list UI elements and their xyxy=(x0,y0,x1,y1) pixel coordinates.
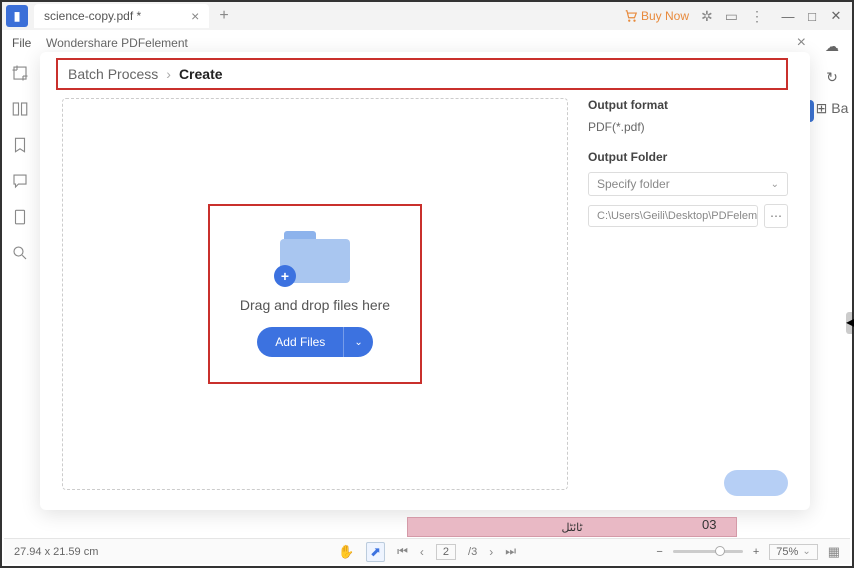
zoom-select[interactable]: 75% ⌄ xyxy=(769,544,817,560)
first-page-button[interactable]: ⏮ xyxy=(397,544,408,559)
folder-path-input[interactable]: C:\Users\Geili\Desktop\PDFelement\Cr xyxy=(588,205,758,227)
close-tab-icon[interactable]: × xyxy=(191,8,199,24)
next-page-button[interactable]: › xyxy=(489,545,493,559)
bookmark-icon[interactable] xyxy=(11,136,29,154)
file-menu[interactable]: File xyxy=(12,36,31,50)
hand-tool-icon[interactable]: ✋ xyxy=(338,544,354,560)
buy-now-label: Buy Now xyxy=(641,9,689,23)
folder-select-value: Specify folder xyxy=(597,177,670,191)
output-format-value: PDF(*.pdf) xyxy=(588,120,788,134)
chevron-down-icon: ⌄ xyxy=(771,179,779,190)
close-window-button[interactable]: ✕ xyxy=(824,4,848,28)
crop-icon[interactable] xyxy=(11,64,29,82)
breadcrumb-root[interactable]: Batch Process xyxy=(68,66,158,82)
attachment-icon[interactable] xyxy=(11,208,29,226)
chevron-down-icon: ⌄ xyxy=(802,546,810,557)
tab-title: science-copy.pdf * xyxy=(44,9,141,23)
minimize-button[interactable]: — xyxy=(776,4,800,28)
notification-icon[interactable]: ▭ xyxy=(725,8,738,25)
panel-expand-handle[interactable]: ◂ xyxy=(846,312,852,334)
folder-select[interactable]: Specify folder ⌄ xyxy=(588,172,788,196)
breadcrumb: Batch Process › Create xyxy=(56,58,788,90)
last-page-button[interactable]: ⏭ xyxy=(505,544,516,559)
zoom-in-button[interactable]: + xyxy=(753,546,759,558)
thumbnails-icon[interactable] xyxy=(11,100,29,118)
page-total: /3 xyxy=(468,546,477,558)
comment-icon[interactable] xyxy=(11,172,29,190)
more-icon[interactable]: ⋮ xyxy=(750,8,764,25)
zoom-slider[interactable] xyxy=(673,550,743,553)
modal-title: Wondershare PDFelement xyxy=(46,36,188,50)
buy-now-link[interactable]: Buy Now xyxy=(624,9,689,23)
output-format-label: Output format xyxy=(588,98,788,112)
add-files-button[interactable]: Add Files xyxy=(257,327,343,357)
search-icon[interactable] xyxy=(11,244,29,262)
breadcrumb-current: Create xyxy=(179,66,223,82)
modal-close-icon[interactable]: × xyxy=(797,34,806,52)
folder-add-icon: + xyxy=(280,231,350,283)
page-input[interactable]: 2 xyxy=(436,544,456,560)
dropzone-text: Drag and drop files here xyxy=(240,297,390,313)
batch-process-modal: Batch Process › Create + Drag and drop f… xyxy=(40,52,810,510)
prev-page-button[interactable]: ‹ xyxy=(420,545,424,559)
select-tool-icon[interactable]: ⬈ xyxy=(366,542,385,562)
fit-page-icon[interactable]: ▦ xyxy=(828,544,840,560)
maximize-button[interactable]: □ xyxy=(800,4,824,28)
output-folder-label: Output Folder xyxy=(588,150,788,164)
browse-folder-button[interactable]: ⋯ xyxy=(764,204,788,228)
chevron-right-icon: › xyxy=(166,66,171,82)
zoom-out-button[interactable]: − xyxy=(656,546,662,558)
add-files-dropdown[interactable]: ⌄ xyxy=(343,327,372,357)
page-dimensions: 27.94 x 21.59 cm xyxy=(14,546,98,558)
apply-button[interactable] xyxy=(724,470,788,496)
zoom-value: 75% xyxy=(776,546,798,558)
cloud-upload-icon[interactable]: ☁ xyxy=(825,38,839,55)
app-logo: ▮ xyxy=(6,5,28,27)
background-page-number: 03 xyxy=(702,517,716,532)
background-bar: ٹائٹل xyxy=(407,517,737,537)
batch-tool-icon[interactable]: ⊞ Ba xyxy=(816,100,849,117)
new-tab-button[interactable]: + xyxy=(219,7,228,25)
document-tab[interactable]: science-copy.pdf * × xyxy=(34,4,209,28)
file-dropzone[interactable]: + Drag and drop files here Add Files ⌄ xyxy=(62,98,568,490)
share-icon[interactable]: ✲ xyxy=(701,8,713,25)
refresh-icon[interactable]: ↻ xyxy=(826,69,838,86)
